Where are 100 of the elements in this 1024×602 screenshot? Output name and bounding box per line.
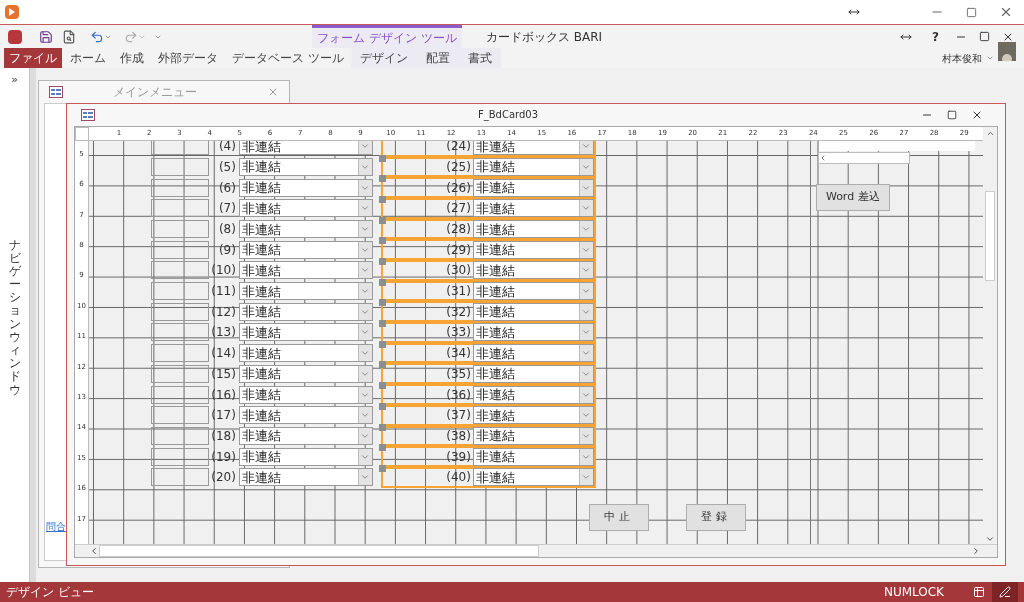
resize-handle[interactable] xyxy=(378,361,386,369)
dropdown-button[interactable] xyxy=(357,427,372,444)
selected-control-group[interactable]: (30) 非連結 xyxy=(380,260,596,281)
dropdown-button[interactable] xyxy=(357,448,372,465)
combo-box[interactable]: 非連結 xyxy=(238,220,373,238)
dropdown-button[interactable] xyxy=(578,365,593,382)
word-merge-button[interactable]: Word 差込 xyxy=(815,183,890,211)
row-label[interactable]: (14) xyxy=(208,344,236,363)
query-link[interactable]: 問合 xyxy=(46,519,66,534)
selected-control-group[interactable]: (35) 非連結 xyxy=(380,363,596,385)
combo-box[interactable]: 非連結 xyxy=(472,261,594,280)
resize-handle[interactable] xyxy=(378,237,386,245)
dropdown-button[interactable] xyxy=(578,221,593,237)
combo-box[interactable]: 非連結 xyxy=(238,261,373,280)
dropdown-button[interactable] xyxy=(578,179,593,196)
scroll-down-icon[interactable] xyxy=(985,534,995,544)
combo-box[interactable]: 非連結 xyxy=(472,220,594,238)
empty-control[interactable] xyxy=(150,302,209,321)
empty-control[interactable] xyxy=(150,282,209,301)
view-button[interactable] xyxy=(992,582,1018,602)
row-label[interactable]: (26) xyxy=(382,178,471,197)
combo-box[interactable]: 非連結 xyxy=(472,157,594,176)
row-label[interactable]: (32) xyxy=(382,302,471,321)
resize-handle[interactable] xyxy=(378,340,386,348)
scroll-thumb[interactable] xyxy=(985,190,995,281)
row-label[interactable]: (29) xyxy=(382,240,471,259)
ribbon-tab[interactable]: データベース ツール xyxy=(225,48,351,68)
dropdown-button[interactable] xyxy=(578,158,593,175)
resize-handle[interactable] xyxy=(378,382,386,390)
row-label[interactable]: (10) xyxy=(208,261,236,280)
selected-control-group[interactable]: (27) 非連結 xyxy=(380,198,596,219)
selected-control-group[interactable]: (26) 非連結 xyxy=(380,177,596,198)
row-label[interactable]: (38) xyxy=(382,426,471,445)
row-label[interactable]: (27) xyxy=(382,199,471,218)
resize-handle[interactable] xyxy=(378,320,386,328)
selected-control-group[interactable]: (40) 非連結 xyxy=(380,466,596,488)
empty-control[interactable] xyxy=(150,385,209,404)
selected-control-group[interactable]: (37) 非連結 xyxy=(380,404,596,426)
selected-control-group[interactable]: (33) 非連結 xyxy=(380,322,596,343)
row-label[interactable]: (18) xyxy=(208,426,236,445)
selected-control-group[interactable]: (29) 非連結 xyxy=(380,239,596,261)
empty-control[interactable] xyxy=(150,178,209,197)
maximize-icon[interactable] xyxy=(966,6,977,18)
row-label[interactable]: (28) xyxy=(382,220,471,238)
row-label[interactable]: (30) xyxy=(382,261,471,280)
maximize-icon[interactable] xyxy=(947,109,957,120)
dropdown-button[interactable] xyxy=(357,365,372,382)
empty-control[interactable] xyxy=(150,447,209,466)
row-label[interactable]: (5) xyxy=(208,157,236,176)
resize-handle[interactable] xyxy=(378,402,386,410)
selected-control-group[interactable]: (24) 非連結 xyxy=(380,140,596,157)
combo-box[interactable]: 非連結 xyxy=(472,385,594,404)
dropdown-button[interactable] xyxy=(357,386,372,403)
dropdown-button[interactable] xyxy=(578,345,593,362)
resize-handle[interactable] xyxy=(378,216,386,224)
combo-box[interactable]: 非連結 xyxy=(238,426,373,445)
empty-control[interactable] xyxy=(150,426,209,445)
row-label[interactable]: (12) xyxy=(208,302,236,321)
empty-control[interactable] xyxy=(150,199,209,218)
selected-control-group[interactable]: (34) 非連結 xyxy=(380,342,596,364)
dropdown-button[interactable] xyxy=(357,221,372,237)
dropdown-button[interactable] xyxy=(357,303,372,320)
user-name[interactable]: 村本俊和 xyxy=(942,48,982,68)
combo-box[interactable]: 非連結 xyxy=(472,240,594,259)
row-label[interactable]: (20) xyxy=(208,468,236,487)
combo-box[interactable]: 非連結 xyxy=(472,323,594,342)
form-button[interactable]: 中止 xyxy=(588,503,649,531)
empty-control[interactable] xyxy=(150,261,209,280)
help-button[interactable]: ? xyxy=(932,27,939,46)
ribbon-tab[interactable]: 外部データ xyxy=(151,48,225,68)
row-label[interactable]: (33) xyxy=(382,323,471,342)
row-label[interactable]: (24) xyxy=(382,140,471,156)
selected-control-group[interactable]: (28) 非連結 xyxy=(380,218,596,240)
ribbon-tab[interactable]: 書式 xyxy=(467,48,492,68)
dropdown-button[interactable] xyxy=(357,200,372,217)
form-button[interactable]: 登録 xyxy=(685,503,746,531)
dropdown-button[interactable] xyxy=(357,283,372,300)
dropdown-button[interactable] xyxy=(578,324,593,341)
redo-icon[interactable] xyxy=(124,29,138,44)
dropdown-button[interactable] xyxy=(578,386,593,403)
combo-box[interactable]: 非連結 xyxy=(472,199,594,218)
selected-control-group[interactable]: (36) 非連結 xyxy=(380,384,596,405)
combo-box[interactable]: 非連結 xyxy=(238,323,373,342)
nav-pane-title[interactable]: ナビゲーションウィンドウ xyxy=(8,238,21,397)
empty-control[interactable] xyxy=(150,157,209,176)
selected-control-group[interactable]: (32) 非連結 xyxy=(380,301,596,323)
print-preview-icon[interactable] xyxy=(62,29,76,44)
ribbon-tab[interactable]: 配置 xyxy=(425,48,450,68)
combo-box[interactable]: 非連結 xyxy=(472,447,594,466)
scroll-up-button[interactable] xyxy=(983,126,997,141)
row-label[interactable]: (34) xyxy=(382,344,471,363)
save-icon[interactable] xyxy=(39,29,53,44)
ribbon-tab[interactable]: 作成 xyxy=(113,48,151,68)
combo-box[interactable]: 非連結 xyxy=(238,344,373,363)
dropdown-button[interactable] xyxy=(357,158,372,175)
row-label[interactable]: (36) xyxy=(382,385,471,404)
combo-box[interactable]: 非連結 xyxy=(472,282,594,301)
combo-box[interactable]: 非連結 xyxy=(472,364,594,383)
undo-icon[interactable] xyxy=(90,29,104,44)
dropdown-button[interactable] xyxy=(357,324,372,341)
